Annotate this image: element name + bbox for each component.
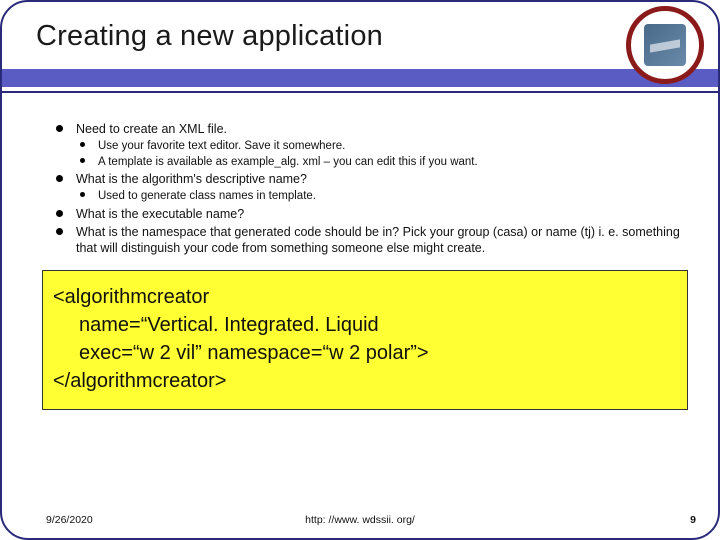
footer-page-number: 9 [690, 514, 696, 526]
sub-item: Use your favorite text editor. Save it s… [80, 139, 684, 154]
nssl-logo [626, 6, 704, 84]
sub-item: Used to generate class names in template… [80, 189, 684, 204]
sub-list: Used to generate class names in template… [80, 189, 684, 204]
bullet-item: Need to create an XML file. Use your fav… [56, 121, 684, 169]
bullet-text: What is the namespace that generated cod… [76, 225, 680, 255]
bullet-list: Need to create an XML file. Use your fav… [56, 121, 684, 256]
code-line: <algorithmcreator [53, 287, 677, 307]
footer-url: http: //www. wdssii. org/ [305, 514, 415, 526]
logo-ring [626, 6, 704, 84]
purple-band [2, 69, 718, 87]
code-line: </algorithmcreator> [53, 371, 677, 391]
code-line: name=“Vertical. Integrated. Liquid [53, 315, 677, 335]
bullet-text: What is the algorithm's descriptive name… [76, 172, 307, 186]
logo-inner-icon [644, 24, 686, 66]
bullet-text: Need to create an XML file. [76, 122, 227, 136]
content-body: Need to create an XML file. Use your fav… [2, 93, 718, 256]
title-area: Creating a new application [2, 2, 718, 63]
bullet-item: What is the executable name? [56, 206, 684, 222]
bullet-item: What is the algorithm's descriptive name… [56, 171, 684, 204]
sub-list: Use your favorite text editor. Save it s… [80, 139, 684, 169]
code-box: <algorithmcreator name=“Vertical. Integr… [42, 270, 688, 410]
bullet-text: What is the executable name? [76, 207, 244, 221]
sub-item: A template is available as example_alg. … [80, 155, 684, 170]
footer-date: 9/26/2020 [46, 514, 93, 526]
bullet-item: What is the namespace that generated cod… [56, 224, 684, 256]
slide-title: Creating a new application [36, 20, 608, 53]
title-divider [2, 69, 718, 93]
slide: Creating a new application Need to creat… [0, 0, 720, 540]
code-line: exec=“w 2 vil” namespace=“w 2 polar”> [53, 343, 677, 363]
slide-footer: 9/26/2020 http: //www. wdssii. org/ 9 [2, 514, 718, 526]
